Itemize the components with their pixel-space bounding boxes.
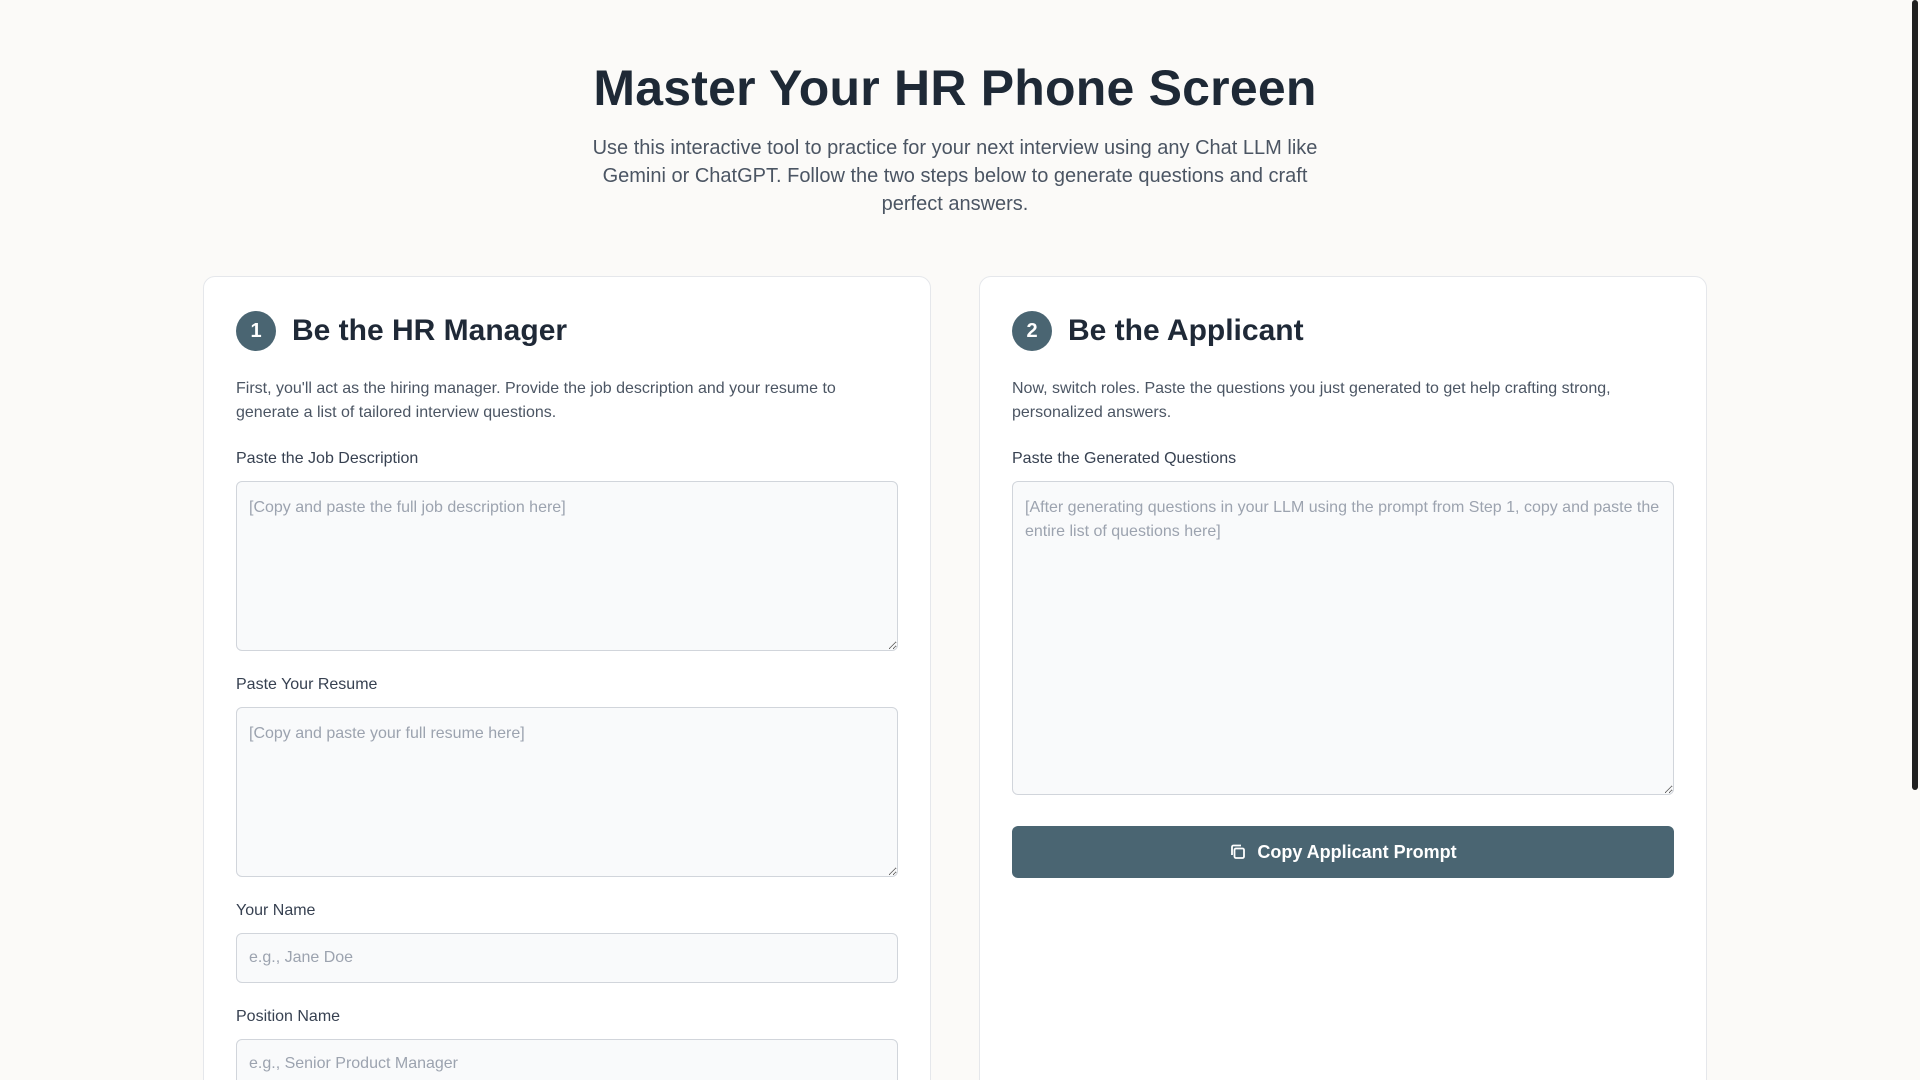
- step-2-card: 2 Be the Applicant Now, switch roles. Pa…: [979, 276, 1707, 1080]
- page-subtitle: Use this interactive tool to practice fo…: [592, 137, 1318, 215]
- your-name-input[interactable]: [236, 933, 898, 983]
- page-title: Master Your HR Phone Screen: [593, 60, 1317, 116]
- step-2-description: Now, switch roles. Paste the questions y…: [1012, 380, 1611, 421]
- step-2-number-badge: 2: [1012, 311, 1052, 351]
- page: Master Your HR Phone Screen Use this int…: [0, 0, 1920, 1080]
- resume-textarea[interactable]: [236, 707, 898, 877]
- resume-label: Paste Your Resume: [236, 676, 378, 693]
- step-2-title: Be the Applicant: [1068, 314, 1304, 347]
- position-name-label: Position Name: [236, 1008, 341, 1025]
- step-1-description: First, you'll act as the hiring manager.…: [236, 380, 836, 421]
- generated-questions-label: Paste the Generated Questions: [1012, 450, 1237, 467]
- step-1-header: 1 Be the HR Manager: [236, 311, 898, 351]
- job-description-label: Paste the Job Description: [236, 450, 419, 467]
- copy-applicant-prompt-label: Copy Applicant Prompt: [1257, 841, 1457, 862]
- copy-icon: [1229, 843, 1247, 861]
- copy-applicant-prompt-button[interactable]: Copy Applicant Prompt: [1012, 826, 1674, 878]
- step-1-number-badge: 1: [236, 311, 276, 351]
- page-scrollbar-thumb[interactable]: [1912, 0, 1918, 790]
- hero: Master Your HR Phone Screen Use this int…: [0, 58, 1910, 218]
- your-name-label: Your Name: [236, 902, 316, 919]
- step-1-title: Be the HR Manager: [292, 314, 568, 347]
- page-scrollbar[interactable]: [1910, 0, 1920, 1080]
- position-name-input[interactable]: [236, 1039, 898, 1080]
- step-2-header: 2 Be the Applicant: [1012, 311, 1674, 351]
- step-1-card: 1 Be the HR Manager First, you'll act as…: [203, 276, 931, 1080]
- job-description-textarea[interactable]: [236, 481, 898, 651]
- generated-questions-textarea[interactable]: [1012, 481, 1674, 795]
